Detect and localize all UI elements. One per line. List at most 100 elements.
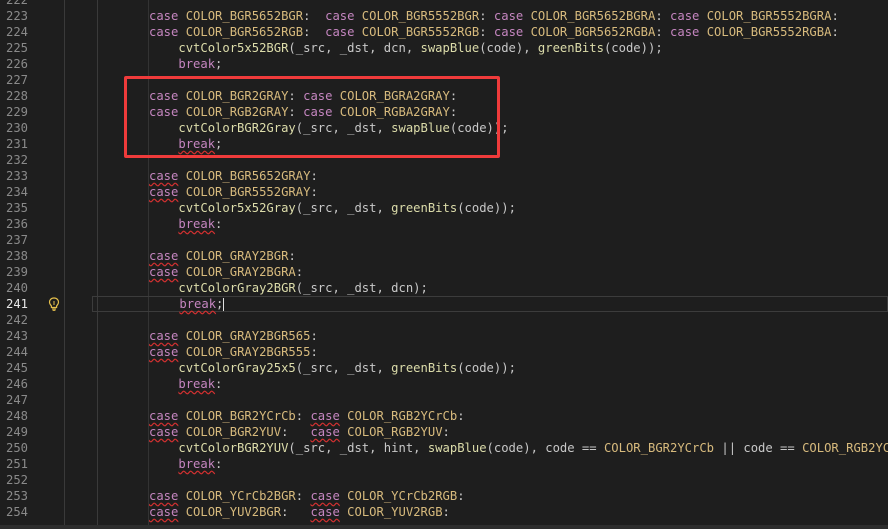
code-token: : xyxy=(310,329,318,343)
code-line[interactable]: cvtColorGray25x5(_src, _dst, greenBits(c… xyxy=(92,360,888,376)
code-token: : xyxy=(215,217,223,231)
code-token: COLOR_BGR5652RGBA xyxy=(530,25,656,39)
code-area[interactable]: case COLOR_BGR5652BGR: case COLOR_BGR555… xyxy=(0,0,888,529)
code-token: COLOR_GRAY2BGR555 xyxy=(185,345,311,359)
code-token: case xyxy=(149,489,179,503)
code-token: COLOR_BGR5652RGB xyxy=(185,25,304,39)
code-line[interactable] xyxy=(92,72,888,88)
code-line[interactable]: case COLOR_BGR5552GRAY: xyxy=(92,184,888,200)
code-line[interactable]: cvtColor5x52BGR(_src, _dst, dcn, swapBlu… xyxy=(92,40,888,56)
code-line[interactable]: case COLOR_YUV2BGR: case COLOR_YUV2RGB: xyxy=(92,504,888,520)
code-token: COLOR_RGB2GRAY xyxy=(185,105,289,119)
code-token: (_src, _dst, xyxy=(295,201,392,215)
code-token: break xyxy=(179,297,217,311)
code-token: (code)); xyxy=(457,201,516,215)
code-line[interactable]: case COLOR_BGR2GRAY: case COLOR_BGRA2GRA… xyxy=(92,88,888,104)
code-line[interactable]: case COLOR_BGR2YCrCb: case COLOR_RGB2YCr… xyxy=(92,408,888,424)
code-token: : xyxy=(295,489,311,503)
code-token: COLOR_BGR5552GRAY xyxy=(185,185,311,199)
code-token: (_src, _dst, xyxy=(295,121,392,135)
code-token: : xyxy=(303,25,326,39)
code-token: COLOR_BGRA2GRAY xyxy=(339,89,450,103)
code-token: COLOR_GRAY2BGR xyxy=(185,249,289,263)
code-line[interactable]: break: xyxy=(92,456,888,472)
code-token: case xyxy=(149,169,179,183)
code-token: : xyxy=(655,9,671,23)
code-token: COLOR_YUV2BGR xyxy=(185,505,282,519)
code-line[interactable]: case COLOR_GRAY2BGR555: xyxy=(92,344,888,360)
code-line[interactable] xyxy=(92,312,888,328)
lightbulb-icon[interactable] xyxy=(48,297,60,311)
code-line[interactable]: case COLOR_GRAY2BGR565: xyxy=(92,328,888,344)
code-token: case xyxy=(310,425,340,439)
code-token: case xyxy=(149,249,179,263)
code-token: (_src, _dst, dcn, xyxy=(288,41,421,55)
code-token: case xyxy=(149,25,186,39)
code-line[interactable]: case COLOR_GRAY2BGRA: xyxy=(92,264,888,280)
code-line[interactable]: case COLOR_BGR5652RGB: case COLOR_BGR555… xyxy=(92,24,888,40)
code-line[interactable]: cvtColorBGR2YUV(_src, _dst, hint, swapBl… xyxy=(92,440,888,456)
code-token: COLOR_GRAY2BGR565 xyxy=(185,329,311,343)
code-token: COLOR_YUV2RGB xyxy=(347,505,443,519)
code-line[interactable]: case COLOR_BGR5652BGR: case COLOR_BGR555… xyxy=(92,8,888,24)
code-token: (_src, _dst, dcn); xyxy=(295,281,428,295)
code-line[interactable]: case COLOR_GRAY2BGR: xyxy=(92,248,888,264)
code-line[interactable]: cvtColorBGR2Gray(_src, _dst, swapBlue(co… xyxy=(92,120,888,136)
code-line[interactable] xyxy=(92,472,888,488)
code-line[interactable]: case COLOR_BGR2YUV: case COLOR_RGB2YUV: xyxy=(92,424,888,440)
code-token: case xyxy=(149,105,186,119)
code-token: : xyxy=(310,185,318,199)
code-token: : xyxy=(295,265,304,279)
code-token: : xyxy=(449,105,458,119)
code-token: case xyxy=(149,329,179,343)
code-token: : xyxy=(655,25,671,39)
code-line[interactable]: cvtColor5x52Gray(_src, _dst, greenBits(c… xyxy=(92,200,888,216)
code-token: break xyxy=(178,57,216,71)
code-token: case xyxy=(493,25,531,39)
code-token: swapBlue xyxy=(427,441,487,455)
code-line[interactable]: break; xyxy=(92,136,888,152)
code-token: case xyxy=(670,25,707,39)
code-line[interactable]: break: xyxy=(92,376,888,392)
code-token: (code)); xyxy=(457,361,516,375)
code-line[interactable]: case COLOR_YCrCb2BGR: case COLOR_YCrCb2R… xyxy=(92,488,888,504)
code-line[interactable]: cvtColorGray2BGR(_src, _dst, dcn); xyxy=(92,280,888,296)
code-token: case xyxy=(149,9,186,23)
code-token: COLOR_RGBA2GRAY xyxy=(339,105,450,119)
code-editor[interactable]: 222 223 224 225 226 227 228 229 230 231 232 233 234 2… xyxy=(0,0,888,529)
horizontal-scrollbar[interactable] xyxy=(0,525,888,529)
code-token: : xyxy=(310,169,318,183)
code-line[interactable]: break: xyxy=(92,216,888,232)
code-token: case xyxy=(303,105,340,119)
code-line[interactable] xyxy=(92,232,888,248)
code-token: (code), code == xyxy=(486,441,604,455)
code-line[interactable] xyxy=(92,152,888,168)
code-token: COLOR_YCrCb2RGB xyxy=(347,489,458,503)
code-line[interactable] xyxy=(92,0,888,8)
code-token: greenBits xyxy=(391,201,458,215)
code-token: case xyxy=(149,425,179,439)
code-token: case xyxy=(310,505,340,519)
code-token: (code)); xyxy=(449,121,509,135)
code-line[interactable]: break; xyxy=(92,56,888,72)
code-line[interactable] xyxy=(92,392,888,408)
code-token: : xyxy=(479,9,494,23)
code-line[interactable]: break; xyxy=(92,296,888,312)
code-token: greenBits xyxy=(537,41,604,55)
code-token: : xyxy=(281,425,311,439)
code-token: (_src, _dst, hint, xyxy=(288,441,428,455)
code-line[interactable]: case COLOR_RGB2GRAY: case COLOR_RGBA2GRA… xyxy=(92,104,888,120)
code-token: case xyxy=(325,9,362,23)
code-token: : xyxy=(288,89,304,103)
code-token: cvtColorBGR2Gray xyxy=(178,121,296,135)
code-line[interactable]: case COLOR_BGR5652GRAY: xyxy=(92,168,888,184)
code-token: COLOR_BGR5552RGB xyxy=(361,25,480,39)
